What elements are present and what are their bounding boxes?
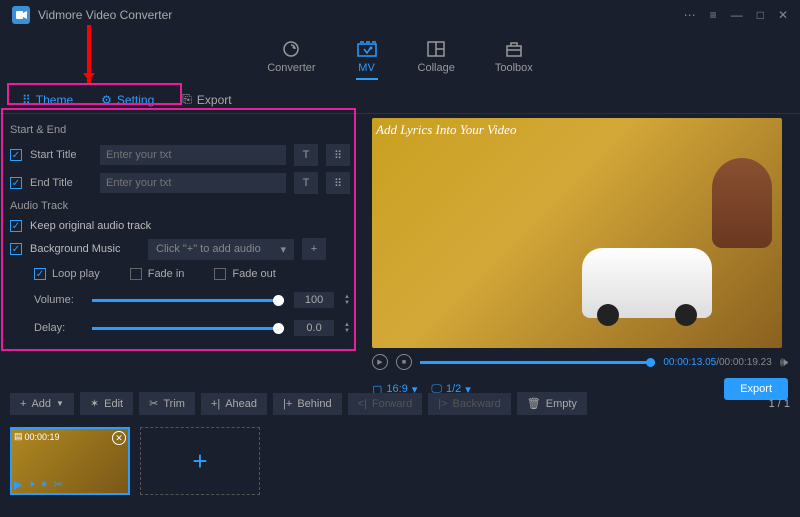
collage-icon xyxy=(425,40,447,58)
delay-slider[interactable] xyxy=(92,327,284,330)
clip-remove-button[interactable]: ✕ xyxy=(112,431,126,445)
clip-mute-icon[interactable]: 🕨 xyxy=(27,478,34,491)
tab-theme[interactable]: ⠿ Theme xyxy=(8,86,87,113)
mv-icon xyxy=(356,40,378,58)
preview-overlay-text: Add Lyrics Into Your Video xyxy=(376,122,516,138)
time-display: 00:00:13.05/00:00:19.23 xyxy=(663,357,771,368)
bg-music-checkbox[interactable]: ✓ xyxy=(10,243,22,255)
tab-export[interactable]: ⎘ Export xyxy=(168,86,245,113)
end-title-label: End Title xyxy=(30,177,92,189)
bg-music-label: Background Music xyxy=(30,243,140,255)
end-title-checkbox[interactable]: ✓ xyxy=(10,177,22,189)
ahead-button[interactable]: +|Ahead xyxy=(201,393,267,415)
ahead-icon: +| xyxy=(211,398,220,410)
backward-button[interactable]: |>Backward xyxy=(428,393,511,415)
theme-icon: ⠿ xyxy=(22,93,31,107)
keep-audio-label: Keep original audio track xyxy=(30,220,151,232)
delay-label: Delay: xyxy=(34,322,82,334)
trim-button[interactable]: ✂Trim xyxy=(139,392,195,415)
clip-thumbnail[interactable]: ▤00:00:19 ✕ ▶ 🕨 ✶ ✂ xyxy=(10,427,130,495)
progress-slider[interactable] xyxy=(420,361,655,364)
backward-icon: |> xyxy=(438,398,447,410)
stop-button[interactable]: ■ xyxy=(396,354,412,370)
section-audio-track: Audio Track xyxy=(10,200,350,212)
volume-slider[interactable] xyxy=(92,299,284,302)
add-button[interactable]: +Add▼ xyxy=(10,393,74,415)
delay-spinner[interactable]: ▲▼ xyxy=(344,322,350,334)
nav-toolbox[interactable]: Toolbox xyxy=(495,40,533,80)
behind-icon: |+ xyxy=(283,398,292,410)
menu-icon[interactable]: ≡ xyxy=(710,8,717,22)
annotation-arrow xyxy=(87,25,91,83)
start-title-input[interactable] xyxy=(100,145,286,165)
end-title-font-button[interactable]: T xyxy=(294,172,318,194)
nav-converter[interactable]: Converter xyxy=(267,40,315,80)
maximize-icon[interactable]: □ xyxy=(757,8,764,22)
minimize-icon[interactable]: — xyxy=(731,8,743,22)
plus-icon: + xyxy=(20,398,26,410)
app-logo xyxy=(12,6,30,24)
add-audio-button[interactable]: + xyxy=(302,238,326,260)
app-title: Vidmore Video Converter xyxy=(38,8,172,22)
trash-icon: 🗑 xyxy=(527,397,541,410)
forward-icon: <| xyxy=(358,398,367,410)
clip-edit-icon[interactable]: ✶ xyxy=(39,478,48,491)
scissors-icon: ✂ xyxy=(149,397,158,410)
add-clip-button[interactable]: + xyxy=(140,427,260,495)
start-title-opts-button[interactable]: ⠿ xyxy=(326,144,350,166)
forward-button[interactable]: <|Forward xyxy=(348,393,423,415)
toolbox-icon xyxy=(503,40,525,58)
converter-icon xyxy=(280,40,302,58)
volume-icon[interactable]: 🕪 xyxy=(780,354,788,370)
volume-spinner[interactable]: ▲▼ xyxy=(344,294,350,306)
edit-button[interactable]: ✶Edit xyxy=(80,392,133,415)
preview-hand xyxy=(712,158,772,248)
end-title-input[interactable] xyxy=(100,173,286,193)
keep-audio-checkbox[interactable]: ✓ xyxy=(10,220,22,232)
preview-car xyxy=(582,248,712,318)
clip-play-icon[interactable]: ▶ xyxy=(14,478,22,491)
tab-setting[interactable]: ⚙ Setting xyxy=(87,86,168,113)
video-preview[interactable]: Add Lyrics Into Your Video xyxy=(372,118,782,348)
pager: 1 / 1 xyxy=(769,398,790,410)
gear-icon: ⚙ xyxy=(101,93,112,107)
bg-music-dropdown[interactable]: Click "+" to add audio▾ xyxy=(148,239,294,260)
fadein-checkbox[interactable] xyxy=(130,268,142,280)
empty-button[interactable]: 🗑Empty xyxy=(517,392,587,415)
section-start-end: Start & End xyxy=(10,124,350,136)
wand-icon: ✶ xyxy=(90,397,99,410)
close-icon[interactable]: ✕ xyxy=(778,8,788,22)
fadeout-checkbox[interactable] xyxy=(214,268,226,280)
nav-mv[interactable]: MV xyxy=(356,40,378,80)
feedback-icon[interactable]: ⋯ xyxy=(684,8,696,22)
end-title-opts-button[interactable]: ⠿ xyxy=(326,172,350,194)
volume-value[interactable]: 100 xyxy=(294,292,334,308)
start-title-checkbox[interactable]: ✓ xyxy=(10,149,22,161)
start-title-label: Start Title xyxy=(30,149,92,161)
clip-trim-icon[interactable]: ✂ xyxy=(54,478,63,491)
export-icon: ⎘ xyxy=(182,92,192,107)
delay-value[interactable]: 0.0 xyxy=(294,320,334,336)
behind-button[interactable]: |+Behind xyxy=(273,393,342,415)
nav-collage[interactable]: Collage xyxy=(418,40,455,80)
play-button[interactable]: ▶ xyxy=(372,354,388,370)
clip-duration: ▤00:00:19 xyxy=(14,431,60,442)
volume-label: Volume: xyxy=(34,294,82,306)
start-title-font-button[interactable]: T xyxy=(294,144,318,166)
loop-checkbox[interactable]: ✓ xyxy=(34,268,46,280)
